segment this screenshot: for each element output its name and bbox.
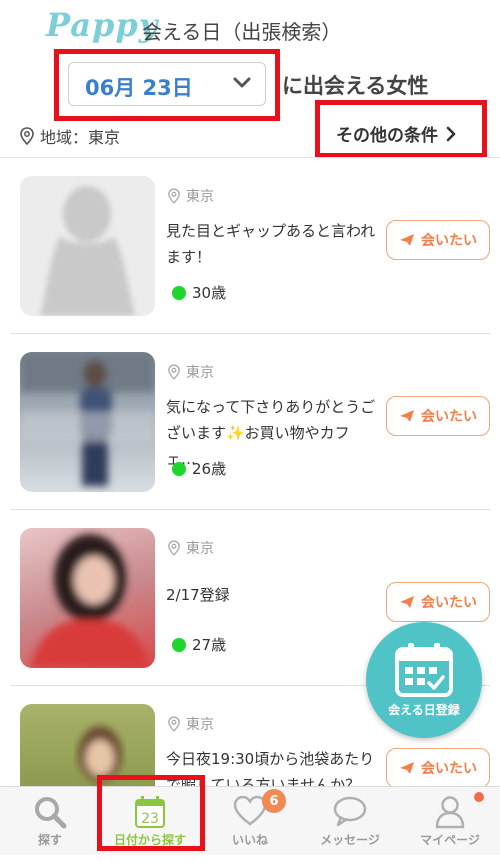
location-label: 東京 xyxy=(186,541,214,557)
chat-icon xyxy=(333,796,367,827)
page-title: 会える日（出張検索） xyxy=(142,20,342,44)
paper-plane-icon xyxy=(400,410,414,422)
profile-age: 30歳 xyxy=(172,282,226,303)
online-status-dot xyxy=(172,637,186,652)
location-pin-icon xyxy=(168,364,180,380)
tab-search[interactable]: 探す xyxy=(0,787,100,855)
paper-plane-icon xyxy=(400,234,414,246)
fab-label: 会える日登録 xyxy=(388,702,460,717)
meet-button[interactable]: 会いたい xyxy=(386,748,490,788)
search-icon xyxy=(35,797,67,829)
person-icon xyxy=(435,796,465,829)
tab-label: メッセージ xyxy=(320,833,380,847)
register-available-day-button[interactable]: 会える日登録 xyxy=(366,622,482,738)
meet-button-label: 会いたい xyxy=(421,233,477,249)
profile-message: 見た目とギャップあると言われます！ xyxy=(166,222,376,266)
profile-message: 2/17登録 xyxy=(166,586,230,604)
region-label: 地域：東京 xyxy=(40,128,121,147)
location-pin-icon xyxy=(168,188,180,204)
profile-location: 東京 xyxy=(168,538,214,558)
profile-age: 26歳 xyxy=(172,458,226,479)
meet-button-label: 会いたい xyxy=(421,409,477,425)
silhouette-icon xyxy=(40,186,135,316)
profile-age: 27歳 xyxy=(172,634,226,655)
meet-button[interactable]: 会いたい xyxy=(386,582,490,622)
blurred-photo-icon xyxy=(20,352,155,486)
meet-button-label: 会いたい xyxy=(421,761,477,777)
location-label: 東京 xyxy=(186,365,214,381)
date-suffix: に出会える女性 xyxy=(282,74,429,98)
location-label: 東京 xyxy=(186,189,214,205)
profile-photo[interactable] xyxy=(20,176,155,316)
blurred-photo-icon xyxy=(30,534,150,668)
location-pin-icon xyxy=(168,540,180,556)
tab-label: マイページ xyxy=(420,833,480,847)
profile-location: 東京 xyxy=(168,714,214,734)
profile-photo[interactable] xyxy=(20,528,155,668)
profile-location: 東京 xyxy=(168,186,214,206)
notification-dot xyxy=(474,792,484,802)
profile-photo[interactable] xyxy=(20,352,155,492)
bottom-tab-bar: 探す 23 日付から探す いいね メッセージ マイページ xyxy=(0,786,500,855)
age-label: 26歳 xyxy=(192,460,227,478)
highlight-box-conditions xyxy=(315,100,487,158)
profile-card[interactable]: 東京 見た目とギャップあると言われます！ 30歳 会いたい xyxy=(0,158,500,334)
profile-location: 東京 xyxy=(168,362,214,382)
highlight-box-date-tab xyxy=(97,775,205,851)
tab-label: 探す xyxy=(37,833,62,847)
location-pin-icon xyxy=(20,127,34,145)
paper-plane-icon xyxy=(400,596,414,608)
meet-button[interactable]: 会いたい xyxy=(386,396,490,436)
header: Pappy 会える日（出張検索） 06月 23日 に出会える女性 地域：東京 そ… xyxy=(0,0,500,160)
age-label: 27歳 xyxy=(192,636,227,654)
tab-my-page[interactable]: マイページ xyxy=(400,787,500,855)
location-label: 東京 xyxy=(186,717,214,733)
highlight-box-date xyxy=(54,49,280,121)
meet-button[interactable]: 会いたい xyxy=(386,220,490,260)
tab-label: いいね xyxy=(231,833,268,847)
calendar-icon xyxy=(395,642,453,697)
profile-card[interactable]: 東京 気になって下さりありがとうございます✨お買い物やカフェ… 26歳 会いたい xyxy=(0,334,500,510)
tab-messages[interactable]: メッセージ xyxy=(300,787,400,855)
profile-list: 東京 見た目とギャップあると言われます！ 30歳 会いたい 東京 気になって下さ… xyxy=(0,158,500,862)
paper-plane-icon xyxy=(400,762,414,774)
online-status-dot xyxy=(172,461,186,476)
likes-count-badge: 6 xyxy=(262,789,286,813)
location-pin-icon xyxy=(168,716,180,732)
online-status-dot xyxy=(172,285,186,300)
age-label: 30歳 xyxy=(192,284,227,302)
region-filter: 地域：東京 xyxy=(20,124,120,148)
meet-button-label: 会いたい xyxy=(421,595,477,611)
